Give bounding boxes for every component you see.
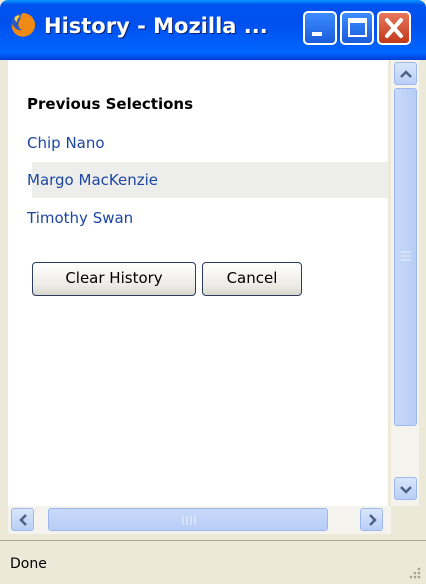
scroll-up-icon: [400, 70, 412, 78]
close-icon: [385, 18, 403, 38]
scroll-left-button[interactable]: [11, 508, 34, 531]
history-item-margo-mackenzie[interactable]: Margo MacKenzie: [27, 171, 158, 189]
vertical-scroll-thumb[interactable]: [394, 88, 417, 426]
status-bar: [0, 540, 426, 584]
cancel-button[interactable]: Cancel: [202, 262, 302, 296]
history-item-timothy-swan[interactable]: Timothy Swan: [27, 209, 133, 227]
scroll-right-button[interactable]: [360, 508, 383, 531]
minimize-icon: [312, 32, 322, 36]
title-bar[interactable]: History - Mozilla ...: [0, 0, 426, 60]
window-title: History - Mozilla ...: [44, 14, 268, 38]
horizontal-scroll-thumb[interactable]: [48, 508, 328, 531]
resize-grip-icon[interactable]: [404, 562, 422, 580]
maximize-button[interactable]: [340, 11, 374, 45]
maximize-icon: [348, 18, 367, 37]
clear-history-button[interactable]: Clear History: [32, 262, 196, 296]
scroll-down-button[interactable]: [394, 477, 417, 500]
history-window: History - Mozilla ... Previous Selection…: [0, 0, 426, 584]
previous-selections-heading: Previous Selections: [27, 95, 194, 113]
thumb-grip-icon: [401, 251, 411, 261]
thumb-grip-icon: [182, 516, 196, 525]
status-text: Done: [10, 556, 47, 572]
minimize-button[interactable]: [303, 11, 337, 45]
close-button[interactable]: [377, 11, 411, 45]
scroll-right-icon: [369, 514, 377, 526]
history-item-chip-nano[interactable]: Chip Nano: [27, 134, 105, 152]
firefox-icon: [9, 11, 37, 39]
scroll-left-icon: [19, 514, 27, 526]
scroll-up-button[interactable]: [394, 62, 417, 85]
scroll-down-icon: [400, 486, 412, 494]
